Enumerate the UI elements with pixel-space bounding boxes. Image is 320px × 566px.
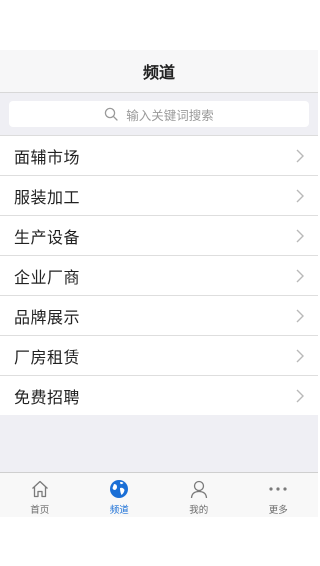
chevron-right-icon bbox=[296, 309, 304, 323]
list-item-production-equipment[interactable]: 生产设备 bbox=[0, 216, 318, 256]
tab-bar: 首页 频道 我的 更多 bbox=[0, 472, 318, 517]
globe-icon bbox=[108, 478, 130, 500]
user-icon bbox=[188, 478, 210, 500]
list-item-garment-processing[interactable]: 服装加工 bbox=[0, 176, 318, 216]
list-item-label: 厂房租赁 bbox=[14, 347, 81, 367]
chevron-right-icon bbox=[296, 149, 304, 163]
tab-label: 更多 bbox=[268, 505, 288, 516]
list-item-label: 面辅市场 bbox=[14, 147, 81, 167]
list-item-label: 生产设备 bbox=[14, 227, 81, 247]
bottom-spacer bbox=[0, 517, 318, 566]
list-item-label: 服装加工 bbox=[14, 187, 81, 207]
chevron-right-icon bbox=[296, 349, 304, 363]
search-input[interactable]: 输入关键词搜索 bbox=[9, 101, 309, 127]
status-bar bbox=[0, 0, 318, 50]
list-item-manufacturers[interactable]: 企业厂商 bbox=[0, 256, 318, 296]
tab-channels[interactable]: 频道 bbox=[80, 473, 160, 517]
list-item-free-recruitment[interactable]: 免费招聘 bbox=[0, 376, 318, 416]
list-item-factory-rental[interactable]: 厂房租赁 bbox=[0, 336, 318, 376]
list-item-fabric-market[interactable]: 面辅市场 bbox=[0, 136, 318, 176]
page-title: 频道 bbox=[142, 63, 175, 82]
tab-home[interactable]: 首页 bbox=[0, 473, 80, 517]
list-item-brand-showcase[interactable]: 品牌展示 bbox=[0, 296, 318, 336]
chevron-right-icon bbox=[296, 389, 304, 403]
tab-label: 首页 bbox=[30, 505, 50, 516]
chevron-right-icon bbox=[296, 189, 304, 203]
channel-list: 面辅市场 服装加工 生产设备 企业厂商 品牌展示 厂房租赁 免费招聘 bbox=[0, 136, 318, 416]
more-icon bbox=[267, 478, 289, 500]
list-item-label: 免费招聘 bbox=[14, 387, 81, 407]
chevron-right-icon bbox=[296, 269, 304, 283]
tab-mine[interactable]: 我的 bbox=[159, 473, 239, 517]
search-area: 输入关键词搜索 bbox=[0, 93, 318, 136]
list-item-label: 品牌展示 bbox=[14, 307, 81, 327]
list-item-label: 企业厂商 bbox=[14, 267, 81, 287]
home-icon bbox=[29, 478, 51, 500]
navigation-bar: 频道 bbox=[0, 50, 318, 93]
search-placeholder: 输入关键词搜索 bbox=[126, 107, 214, 123]
tab-label: 我的 bbox=[189, 505, 209, 516]
tab-label: 频道 bbox=[109, 505, 129, 516]
chevron-right-icon bbox=[296, 229, 304, 243]
tab-more[interactable]: 更多 bbox=[239, 473, 319, 517]
empty-area bbox=[0, 415, 318, 472]
search-icon bbox=[104, 107, 118, 121]
